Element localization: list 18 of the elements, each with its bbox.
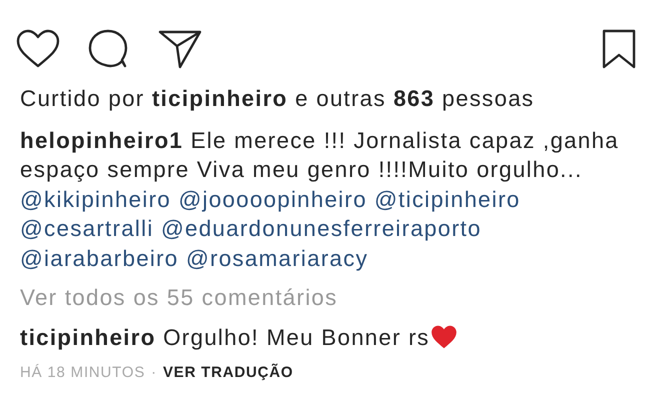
bookmark-icon[interactable] — [602, 29, 636, 69]
mention-link[interactable]: @iarabarbeiro — [20, 246, 179, 270]
likes-text: Curtido por ticipinheiro e outras 863 pessoas — [20, 85, 536, 113]
mention-link[interactable]: @cesartralli — [20, 216, 154, 241]
timestamp-text: HÁ 18 MINUTOS — [20, 363, 146, 383]
send-icon[interactable] — [158, 29, 202, 69]
translate-link[interactable]: VER TRADUÇÃO — [162, 358, 294, 388]
heart-icon[interactable] — [16, 29, 60, 69]
mention-link[interactable]: @ticipinheiro — [374, 186, 520, 212]
mention-link[interactable]: @rosamariaracy — [186, 246, 368, 270]
mention-link[interactable]: @eduardonunesferreiraporto — [160, 216, 482, 241]
mention-link[interactable]: @kikipinheiro — [20, 186, 171, 212]
comment-icon[interactable] — [88, 29, 130, 69]
comment-text: ticipinheiro Orgulho! Meu Bonner rs — [20, 324, 430, 352]
caption-text: helopinheiro1 Ele merece !!! Jornalista capaz ,ganha espaço sempre Viva meu genro !!!!Muito orgulho... @kikipinheiro @jooooopinheiro @ticipinheiro @cesartralli @eduardonunesferreiraporto @iarabarbeiro @rosamariaracy — [20, 126, 620, 273]
mention-link[interactable]: @jooooopinheiro — [178, 186, 367, 212]
separator-dot: · — [151, 363, 157, 383]
heart-icon — [430, 325, 457, 350]
